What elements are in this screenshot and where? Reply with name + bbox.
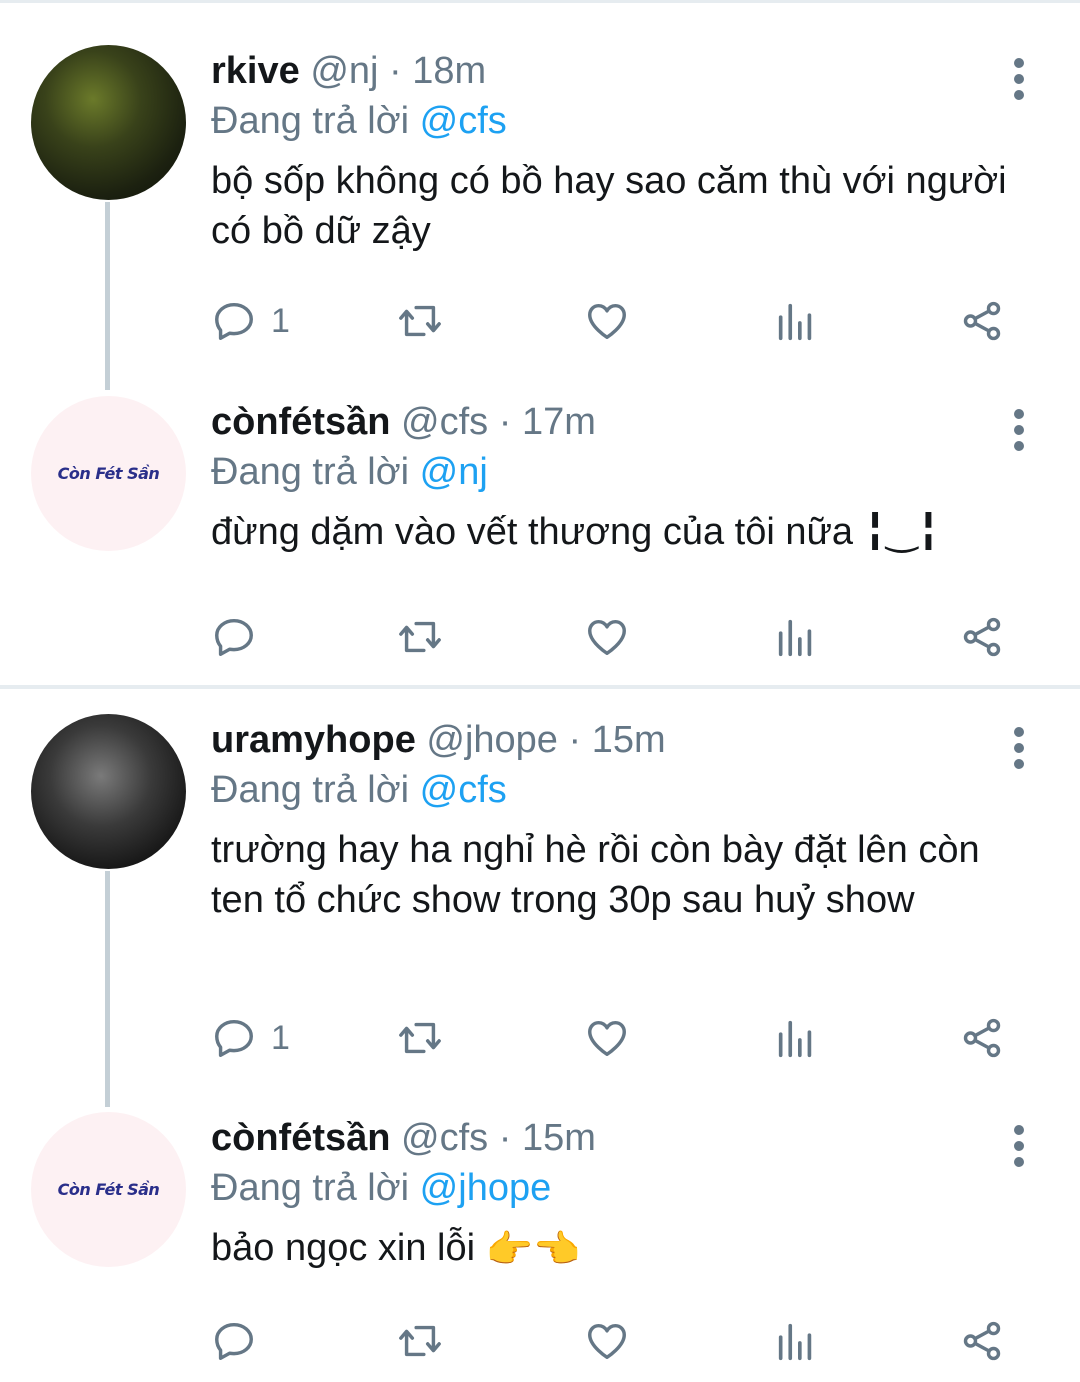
analytics-button[interactable] [773, 1316, 819, 1366]
separator: · [488, 1117, 522, 1159]
handle[interactable]: @cfs [401, 1117, 488, 1159]
retweet-button[interactable] [397, 612, 443, 662]
avatar[interactable] [31, 714, 186, 869]
reply-icon [215, 1322, 253, 1360]
retweet-icon [399, 305, 441, 337]
tweet-header: uramyhope @jhope · 15m [211, 717, 1020, 763]
tweet-header: cònfétsần @cfs · 15m [211, 1115, 1020, 1161]
reply-icon [215, 1019, 253, 1057]
reply-button[interactable]: 1 [211, 1013, 290, 1063]
like-icon [588, 1323, 626, 1360]
reply-context: Đang trả lời @cfs [211, 767, 1020, 813]
display-name[interactable]: rkive [211, 50, 300, 92]
analytics-icon [778, 1020, 812, 1058]
reply-context: Đang trả lời @cfs [211, 98, 1020, 144]
reply-prefix: Đang trả lời [211, 769, 410, 811]
like-button[interactable] [584, 296, 630, 346]
analytics-button[interactable] [773, 612, 819, 662]
like-button[interactable] [584, 1316, 630, 1366]
top-divider [0, 0, 1080, 3]
more-icon[interactable] [1004, 1119, 1034, 1179]
thread-divider [0, 685, 1080, 689]
avatar[interactable]: Còn Fét Sần [31, 396, 186, 551]
timestamp[interactable]: 15m [592, 719, 666, 761]
mention-link[interactable]: @cfs [420, 769, 507, 811]
more-icon[interactable] [1004, 52, 1034, 112]
avatar-logo-text: Còn Fét Sần [57, 1180, 160, 1199]
reply-button[interactable] [211, 1316, 271, 1366]
display-name[interactable]: cònfétsần [211, 1117, 390, 1159]
retweet-button[interactable] [397, 296, 443, 346]
retweet-icon [399, 621, 441, 653]
pointing-hands-emoji: 👉👈 [485, 1228, 581, 1271]
handle[interactable]: @cfs [401, 401, 488, 443]
thread-connector [105, 871, 110, 1107]
reply-count: 1 [271, 1018, 290, 1057]
avatar-logo-text: Còn Fét Sần [57, 464, 160, 483]
tweet-text: đừng dặm vào vết thương của tôi nữa ╏‿╏ [211, 511, 940, 553]
reply-count: 1 [271, 301, 290, 340]
display-name[interactable]: cònfétsần [211, 401, 390, 443]
display-name[interactable]: uramyhope [211, 719, 416, 761]
more-icon[interactable] [1004, 403, 1034, 463]
reply-context: Đang trả lời @jhope [211, 1165, 1020, 1211]
analytics-icon [778, 619, 812, 657]
mention-link[interactable]: @nj [420, 451, 488, 493]
avatar[interactable] [31, 45, 186, 200]
tweet-actions: 1 [211, 1013, 1011, 1063]
tweet-text: bảo ngọc xin lỗi [211, 1227, 476, 1269]
share-icon [963, 1321, 1001, 1361]
like-button[interactable] [584, 1013, 630, 1063]
share-button[interactable] [959, 1013, 1005, 1063]
reply-prefix: Đang trả lời [211, 100, 410, 142]
reply-context: Đang trả lời @nj [211, 449, 1020, 495]
reply-button[interactable]: 1 [211, 296, 290, 346]
avatar[interactable]: Còn Fét Sần [31, 1112, 186, 1267]
reply-prefix: Đang trả lời [211, 451, 410, 493]
tweet-actions: 1 [211, 296, 1011, 346]
reply-icon [215, 618, 253, 656]
like-icon [588, 619, 626, 656]
retweet-button[interactable] [397, 1316, 443, 1366]
share-icon [963, 617, 1001, 657]
tweet-actions [211, 612, 1011, 662]
share-button[interactable] [959, 612, 1005, 662]
like-icon [588, 1020, 626, 1057]
tweet-actions [211, 1316, 1011, 1366]
timestamp[interactable]: 17m [522, 401, 596, 443]
reply-icon [215, 302, 253, 340]
handle[interactable]: @nj [310, 50, 378, 92]
reply-prefix: Đang trả lời [211, 1167, 410, 1209]
thread-connector [105, 202, 110, 390]
retweet-icon [399, 1325, 441, 1357]
separator: · [378, 50, 413, 92]
tweet-text: trường hay ha nghỉ hè rồi còn bày đặt lê… [211, 829, 980, 921]
analytics-icon [778, 1323, 812, 1361]
like-button[interactable] [584, 612, 630, 662]
tweet-text-row: bảo ngọc xin lỗi 👉👈 [211, 1223, 1020, 1275]
share-button[interactable] [959, 1316, 1005, 1366]
timestamp[interactable]: 18m [412, 50, 486, 92]
tweet-text: bộ sốp không có bồ hay sao căm thù với n… [211, 160, 1007, 252]
analytics-icon [778, 303, 812, 341]
tweet-header: rkive @nj · 18m [211, 48, 1020, 94]
mention-link[interactable]: @jhope [420, 1167, 552, 1209]
share-icon [963, 1018, 1001, 1058]
analytics-button[interactable] [773, 1013, 819, 1063]
mention-link[interactable]: @cfs [420, 100, 507, 142]
separator: · [557, 719, 592, 761]
handle[interactable]: @jhope [426, 719, 558, 761]
share-icon [963, 301, 1001, 341]
analytics-button[interactable] [773, 296, 819, 346]
timestamp[interactable]: 15m [522, 1117, 596, 1159]
reply-button[interactable] [211, 612, 271, 662]
retweet-icon [399, 1022, 441, 1054]
tweet-header: cònfétsần @cfs · 17m [211, 399, 1020, 445]
more-icon[interactable] [1004, 721, 1034, 781]
like-icon [588, 303, 626, 340]
separator: · [488, 401, 522, 443]
share-button[interactable] [959, 296, 1005, 346]
retweet-button[interactable] [397, 1013, 443, 1063]
